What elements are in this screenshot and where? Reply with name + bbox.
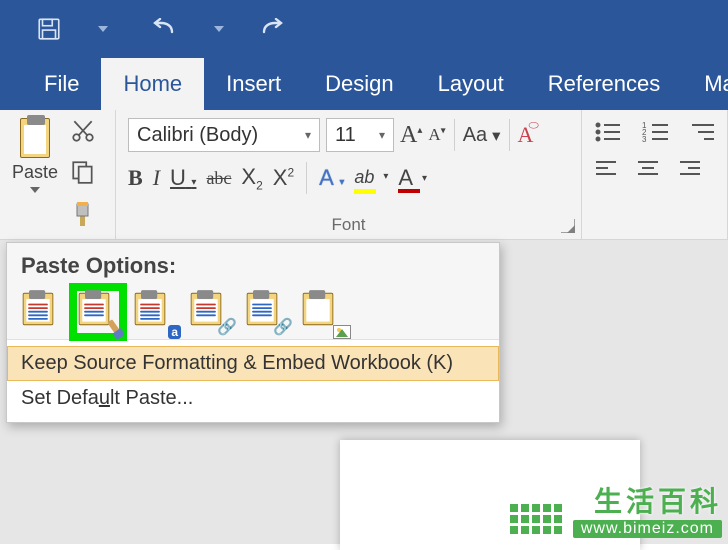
text-effects-button[interactable]: A ▾ [319,165,344,191]
align-center-button[interactable] [636,159,660,185]
tab-mail[interactable]: Mail [682,58,728,110]
numbering-button[interactable]: 123 [642,120,672,149]
link-icon: 🔗 [217,317,237,337]
chevron-down-icon: ▾ [373,128,385,142]
tab-layout[interactable]: Layout [416,58,526,110]
save-dropdown[interactable] [84,10,122,48]
quick-access-toolbar [0,0,728,58]
separator [306,162,307,194]
paste-options-panel: Paste Options: a 🔗 🔗 Keep Source Formatt… [6,242,500,423]
paste-button[interactable]: Paste [8,118,62,193]
undo-dropdown[interactable] [200,10,238,48]
grow-font-button[interactable]: A▴ [400,122,422,149]
strike-button[interactable]: abc [206,168,231,189]
tab-references[interactable]: References [526,58,683,110]
picture-icon [333,325,351,339]
align-right-button[interactable] [678,159,702,185]
watermark-domain: www.bimeiz.com [573,520,722,538]
font-dialog-launcher[interactable] [561,219,575,233]
paste-option-keep-source[interactable] [21,291,63,333]
clipboard-group: Paste [0,110,116,239]
paste-option-keep-source-embed[interactable] [77,291,119,333]
paste-option-dest-style[interactable]: a [133,291,175,333]
underline-button[interactable]: U ▾ [170,165,196,191]
clear-format-button[interactable]: A⬭ [518,122,534,148]
subscript-button[interactable]: X2 [241,164,262,192]
superscript-button[interactable]: X2 [273,165,294,191]
align-left-button[interactable] [594,159,618,185]
redo-button[interactable] [254,10,292,48]
clipboard-icon [20,118,50,158]
ribbon-tabs: File Home Insert Design Layout Reference… [0,58,728,110]
highlight-button[interactable]: ab ▾ [354,163,376,194]
paste-label: Paste [12,162,58,183]
font-size-combo[interactable]: 11 ▾ [326,118,394,152]
font-name-combo[interactable]: Calibri (Body) ▾ [128,118,320,152]
watermark: 生活百科 www.bimeiz.com [573,480,722,538]
font-size-value: 11 [335,124,356,147]
separator [509,119,510,151]
font-group-label: Font [116,215,581,235]
tab-file[interactable]: File [22,58,101,110]
letter-a-badge: a [168,325,181,339]
bullets-button[interactable] [594,120,624,149]
save-button[interactable] [30,10,68,48]
undo-button[interactable] [146,10,184,48]
link-icon: 🔗 [273,317,293,337]
ribbon: Paste Calibri (Body) ▾ 11 ▾ [0,110,728,240]
paste-options-menu: Keep Source Formatting & Embed Workbook … [7,339,499,422]
paste-option-picture[interactable] [301,291,343,333]
multilevel-button[interactable] [690,120,718,149]
tab-home[interactable]: Home [101,58,204,110]
change-case-button[interactable]: Aa ▾ [463,124,501,147]
format-painter-button[interactable] [70,200,96,228]
tab-insert[interactable]: Insert [204,58,303,110]
shrink-font-button[interactable]: A▾ [428,125,445,145]
set-default-paste[interactable]: Set Default Paste... [7,381,499,416]
chevron-down-icon: ▾ [299,128,311,142]
paste-options-title: Paste Options: [7,243,499,287]
cut-button[interactable] [70,118,96,144]
bold-button[interactable]: B [128,165,143,191]
tab-design[interactable]: Design [303,58,415,110]
font-group: Calibri (Body) ▾ 11 ▾ A▴ A▾ Aa ▾ A⬭ B I … [116,110,582,239]
font-name-value: Calibri (Body) [137,124,258,147]
italic-button[interactable]: I [153,165,160,191]
copy-button[interactable] [70,158,96,186]
svg-text:3: 3 [642,135,647,144]
paste-option-tooltip[interactable]: Keep Source Formatting & Embed Workbook … [7,346,499,381]
separator [454,119,455,151]
watermark-title: 生活百科 [573,480,722,520]
paste-options-row: a 🔗 🔗 [7,287,499,339]
paragraph-group: 123 [582,110,728,239]
font-color-button[interactable]: A ▾ [398,165,413,191]
paste-dropdown-arrow[interactable] [30,187,40,193]
paste-option-link[interactable]: 🔗 [189,291,231,333]
paste-option-link-dest[interactable]: 🔗 [245,291,287,333]
